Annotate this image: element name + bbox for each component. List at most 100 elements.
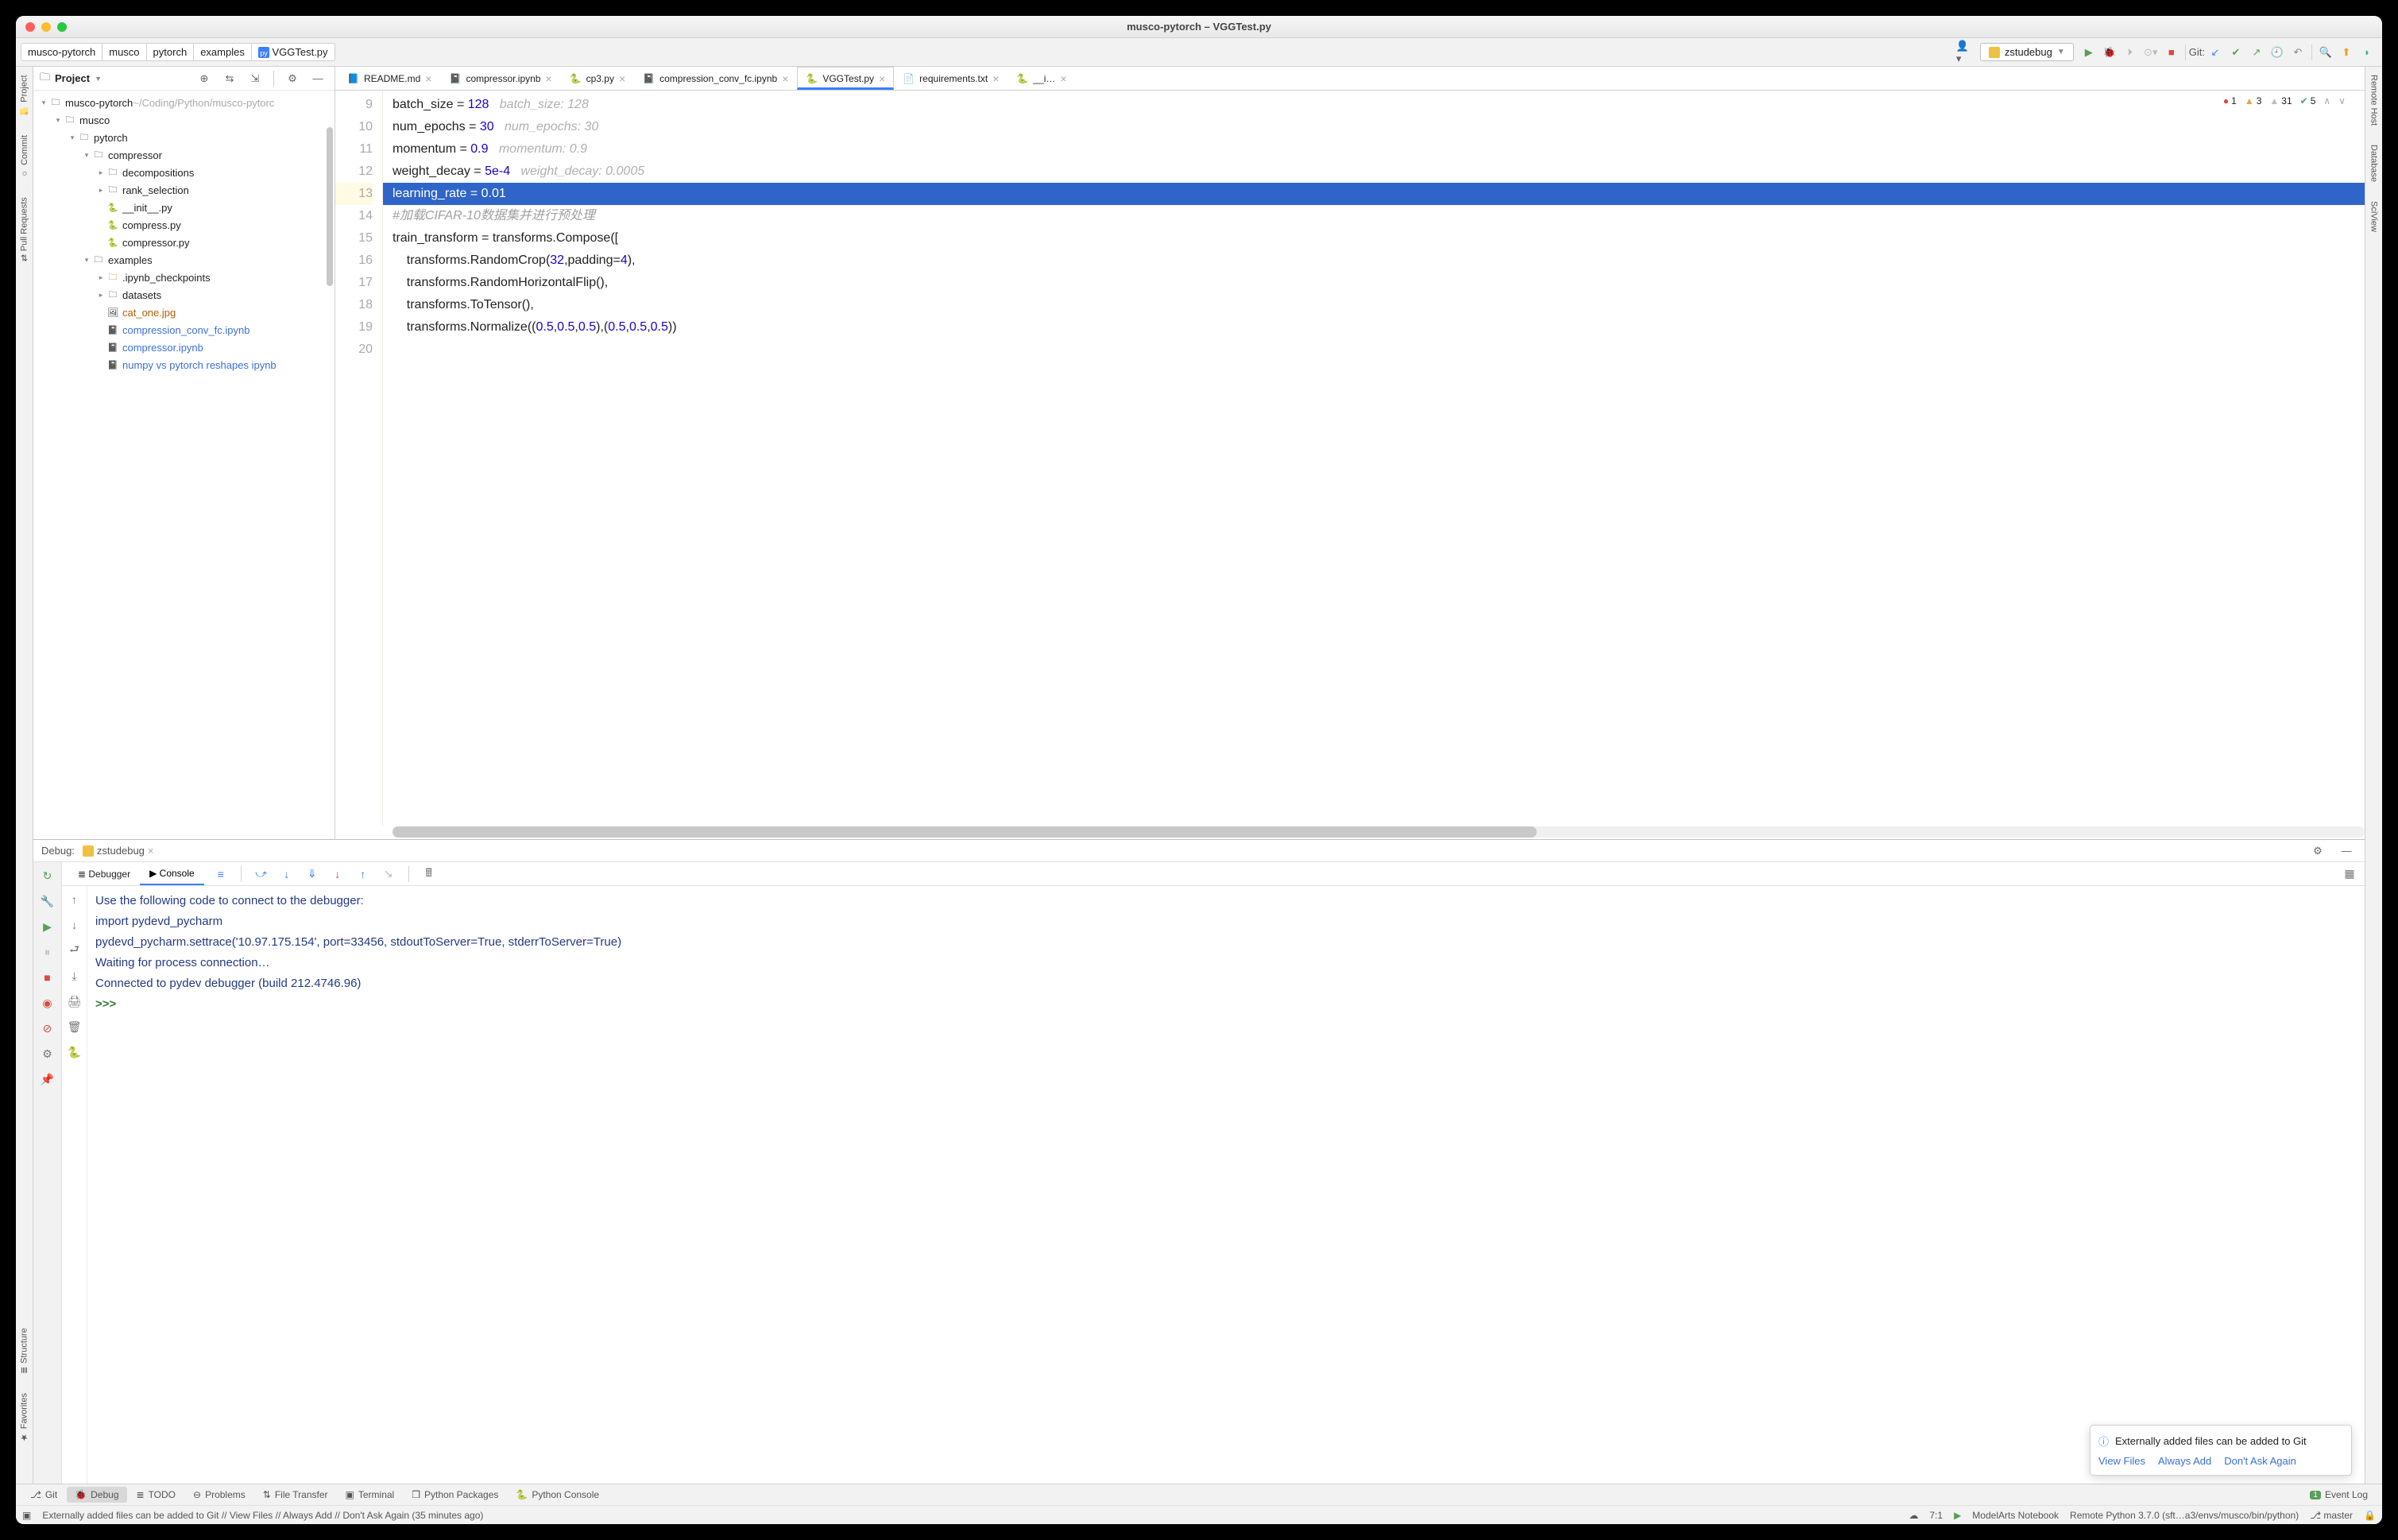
breadcrumb-item[interactable]: py VGGTest.py [251,43,335,61]
tool-tab-problems[interactable]: ⊖Problems [185,1487,253,1503]
tool-tab-terminal[interactable]: ▣Terminal [338,1487,403,1503]
run-indicator-icon[interactable]: ▶ [1954,1510,1961,1521]
run-to-cursor-button[interactable]: ↘ [380,865,397,883]
minimize-window-button[interactable] [41,22,51,32]
deployment-icon[interactable]: ☁ [1909,1510,1918,1521]
tree-item[interactable]: 🐍__init__.py [33,199,335,216]
editor-tab[interactable]: 📘README.md× [338,67,440,90]
line-number-gutter[interactable]: 91011121314151617181920 [335,91,383,826]
search-everywhere-button[interactable]: 🔍 [2317,44,2334,61]
run-button[interactable]: ▶ [2080,44,2098,61]
evaluate-expression-button[interactable]: 🖩 [420,865,438,883]
tool-tab-favorites[interactable]: ★Favorites [17,1391,31,1444]
tree-item[interactable]: ▾🗀musco [33,111,335,129]
console-output[interactable]: Use the following code to connect to the… [87,886,2365,1484]
project-tree[interactable]: ▾🗀musco-pytorch ~/Coding/Python/musco-py… [33,91,335,839]
error-count[interactable]: ●1 [2223,95,2237,106]
git-history-button[interactable]: 🕘 [2268,44,2286,61]
project-view-label[interactable]: Project [55,72,90,84]
notification-action-always[interactable]: Always Add [2158,1455,2211,1467]
resume-button[interactable]: ▶ [39,918,56,935]
step-over-button[interactable]: ⤻ [253,865,270,883]
close-tab-button[interactable]: × [782,72,788,85]
lock-icon[interactable]: 🔒 [2364,1510,2376,1521]
rerun-button[interactable]: ↻ [39,867,56,884]
tool-tab-file-transfer[interactable]: ⇅File Transfer [255,1487,336,1503]
step-into-button[interactable]: ↓ [278,865,296,883]
show-execution-point-button[interactable]: ≡ [212,865,230,883]
ide-update-button[interactable]: ⬆ [2338,44,2355,61]
editor-tab[interactable]: 🐍VGGTest.py× [797,67,894,90]
close-window-button[interactable] [25,22,35,32]
tree-scrollbar[interactable] [327,127,333,286]
debug-settings-button[interactable]: ⚙ [2309,842,2326,860]
typo-count[interactable]: ✔5 [2300,95,2316,106]
tree-item[interactable]: 📓numpy vs pytorch reshapes ipynb [33,356,335,373]
expand-all-button[interactable]: ⇆ [221,70,238,87]
debug-config-tab[interactable]: zstudebug × [83,845,154,857]
tool-tab-pull-requests[interactable]: ⇄Pull Requests [17,195,31,263]
user-icon[interactable]: 👤▾ [1956,44,1974,61]
scroll-to-end-button[interactable]: ⤓ [66,967,83,985]
close-tab-button[interactable]: × [879,72,885,85]
tool-tab-database[interactable]: Database [2368,143,2381,184]
caret-position[interactable]: 7:1 [1929,1510,1943,1521]
tool-windows-button[interactable]: ▣ [22,1510,31,1521]
editor-tab[interactable]: 📓compression_conv_fc.ipynb× [634,67,797,90]
next-highlight-button[interactable]: ∨ [2338,95,2346,106]
settings-gear-icon[interactable]: ⚙ [284,70,301,87]
warning-count[interactable]: ▲3 [2245,95,2262,106]
code-editor[interactable]: ●1 ▲3 ▲31 ✔5 ∧ ∨ 91011121314151617181920… [335,91,2365,826]
tool-tab-debug[interactable]: 🐞Debug [67,1487,126,1503]
inspections-widget[interactable]: ●1 ▲3 ▲31 ✔5 ∧ ∨ [2223,95,2346,106]
tool-tab-python-packages[interactable]: ❒Python Packages [404,1487,506,1503]
tool-tab-project[interactable]: 📁Project [17,73,31,118]
run-with-coverage-button[interactable]: ⏵ [2121,44,2139,61]
status-message[interactable]: Externally added files can be added to G… [42,1510,483,1521]
notification-action-dont-ask[interactable]: Don't Ask Again [2224,1455,2296,1467]
hide-panel-button[interactable]: — [309,70,327,87]
run-configuration-selector[interactable]: zstudebug ▼ [1980,43,2074,61]
editor-tab[interactable]: 📄requirements.txt× [894,67,1008,90]
soft-wrap-button[interactable]: ⮐ [66,942,83,959]
console-tab[interactable]: ▶ Console [140,863,204,885]
tree-item[interactable]: 📓compression_conv_fc.ipynb [33,321,335,339]
stop-debug-button[interactable]: ■ [39,969,56,986]
clear-all-button[interactable]: 🗑 [66,1018,83,1035]
view-breakpoints-button[interactable]: ◉ [39,994,56,1012]
tool-tab-event-log[interactable]: 1Event Log [2302,1487,2376,1503]
tree-item[interactable]: ▸🗀decompositions [33,164,335,181]
tree-item[interactable]: 🐍compressor.py [33,234,335,251]
debug-hide-button[interactable]: — [2338,842,2355,860]
breadcrumb-item[interactable]: musco-pytorch [21,43,102,61]
git-commit-button[interactable]: ✔ [2227,44,2245,61]
close-tab-button[interactable]: × [1060,72,1066,85]
close-tab-button[interactable]: × [425,72,431,85]
step-into-my-code-button[interactable]: ⇓ [304,865,321,883]
tool-tab-commit[interactable]: ○Commit [18,133,31,180]
pause-button[interactable]: ⏸ [39,943,56,961]
tool-tab-remote-host[interactable]: Remote Host [2368,73,2381,127]
scroll-down-button[interactable]: ↓ [66,916,83,934]
pin-tab-button[interactable]: 📌 [39,1070,56,1088]
tree-item[interactable]: ▸🗀rank_selection [33,181,335,199]
stop-button[interactable]: ■ [2163,44,2180,61]
tree-item[interactable]: 📓compressor.ipynb [33,339,335,356]
python-interpreter[interactable]: Remote Python 3.7.0 (sft…a3/envs/musco/b… [2070,1510,2299,1521]
tree-item[interactable]: 🖼cat_one.jpg [33,304,335,321]
tool-tab-todo[interactable]: ≣TODO [129,1487,184,1503]
close-tab-button[interactable]: × [619,72,625,85]
close-tab-button[interactable]: × [992,72,999,85]
git-push-button[interactable]: ↗ [2248,44,2265,61]
tool-tab-structure[interactable]: ≣Structure [17,1326,31,1376]
debug-button[interactable]: 🐞 [2101,44,2118,61]
tree-item[interactable]: ▾🗀compressor [33,146,335,164]
notification-action-view[interactable]: View Files [2098,1455,2145,1467]
layout-settings-button[interactable]: ▦ [2341,865,2358,883]
notebook-status[interactable]: ModelArts Notebook [1972,1510,2059,1521]
editor-tab[interactable]: 🐍cp3.py× [561,67,635,90]
chevron-down-icon[interactable]: ▼ [95,75,102,83]
new-console-button[interactable]: 🐍 [66,1043,83,1061]
locate-file-button[interactable]: ⊕ [195,70,213,87]
editor-tab[interactable]: 🐍__i…× [1008,67,1075,90]
